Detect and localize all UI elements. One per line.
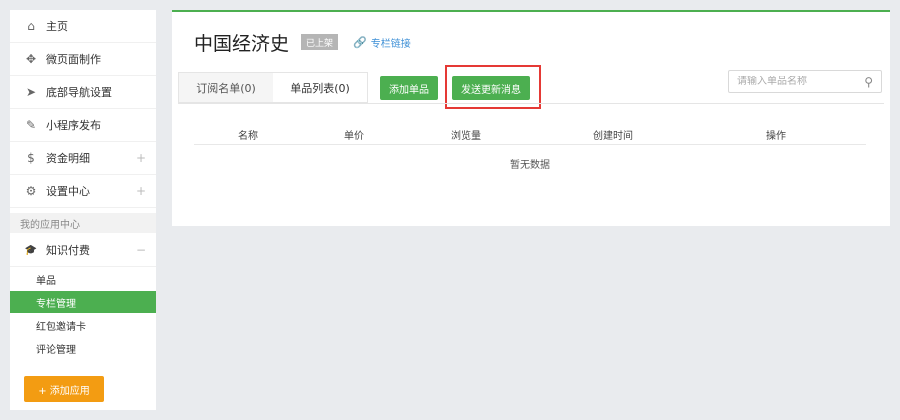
search-input[interactable] — [737, 76, 857, 87]
divider — [178, 103, 884, 104]
table-header: 名称 单价 浏览量 创建时间 操作 — [194, 123, 866, 145]
column-header-views: 浏览量 — [451, 131, 481, 142]
column-link[interactable]: 🔗 专栏链接 — [353, 34, 411, 50]
section-label-my-apps: 我的应用中心 — [10, 213, 156, 233]
sidebar-item-micro-page[interactable]: ✥ 微页面制作 — [10, 43, 156, 76]
search-icon[interactable]: ⚲ — [864, 75, 873, 89]
expand-icon[interactable]: + — [136, 151, 146, 165]
graduation-cap-icon: 🎓 — [24, 244, 38, 256]
sidebar-item-label: 微页面制作 — [46, 53, 101, 66]
collapse-icon[interactable]: − — [136, 243, 146, 257]
sidebar-item-label: 资金明细 — [46, 152, 90, 165]
column-header-created: 创建时间 — [593, 131, 633, 142]
move-icon: ✥ — [25, 52, 37, 66]
sidebar-item-funds[interactable]: $ 资金明细 + — [10, 142, 156, 175]
tab-items[interactable]: 单品列表(0) — [273, 73, 367, 102]
sidebar-item-label: 知识付费 — [46, 244, 90, 257]
sidebar: ⌂ 主页 ✥ 微页面制作 ➤ 底部导航设置 ✎ 小程序发布 $ 资金明细 + ⚙… — [10, 10, 156, 410]
gear-icon: ⚙ — [25, 184, 37, 198]
sidebar-item-home[interactable]: ⌂ 主页 — [10, 10, 156, 43]
sidebar-item-label: 底部导航设置 — [46, 86, 112, 99]
sidebar-subitem-column-manage[interactable]: 专栏管理 — [10, 291, 156, 313]
search-box: ⚲ — [728, 70, 882, 93]
sidebar-item-bottom-nav[interactable]: ➤ 底部导航设置 — [10, 76, 156, 109]
main-panel: 中国经济史 已上架 🔗 专栏链接 订阅名单(0) 单品列表(0) 添加单品 发送… — [172, 10, 890, 226]
sidebar-item-label: 小程序发布 — [46, 119, 101, 132]
navigation-arrow-icon: ➤ — [25, 85, 37, 99]
page-title: 中国经济史 — [194, 33, 290, 55]
empty-state: 暂无数据 — [510, 160, 550, 171]
sidebar-item-label: 主页 — [46, 20, 68, 33]
home-icon: ⌂ — [27, 19, 35, 33]
column-header-name: 名称 — [238, 131, 258, 142]
add-app-button[interactable]: + 添加应用 — [24, 376, 104, 402]
column-header-actions: 操作 — [766, 131, 786, 142]
add-item-button[interactable]: 添加单品 — [380, 76, 438, 100]
sidebar-subitem-red-packet[interactable]: 红包邀请卡 — [10, 314, 156, 336]
tab-subscribers[interactable]: 订阅名单(0) — [179, 73, 273, 102]
sidebar-item-label: 设置中心 — [46, 185, 90, 198]
column-link-label: 专栏链接 — [370, 38, 411, 50]
sidebar-item-settings[interactable]: ⚙ 设置中心 + — [10, 175, 156, 208]
sidebar-subitem-single[interactable]: 单品 — [10, 268, 156, 290]
edit-icon: ✎ — [25, 118, 37, 132]
expand-icon[interactable]: + — [136, 184, 146, 198]
sidebar-subitem-comments[interactable]: 评论管理 — [10, 337, 156, 359]
sidebar-item-publish[interactable]: ✎ 小程序发布 — [10, 109, 156, 142]
sidebar-item-knowledge-pay[interactable]: 🎓 知识付费 − — [10, 234, 156, 267]
status-badge: 已上架 — [301, 34, 339, 50]
column-header-price: 单价 — [344, 131, 364, 142]
link-icon: 🔗 — [353, 35, 367, 49]
tab-bar: 订阅名单(0) 单品列表(0) — [178, 72, 368, 103]
money-bag-icon: $ — [27, 151, 35, 165]
